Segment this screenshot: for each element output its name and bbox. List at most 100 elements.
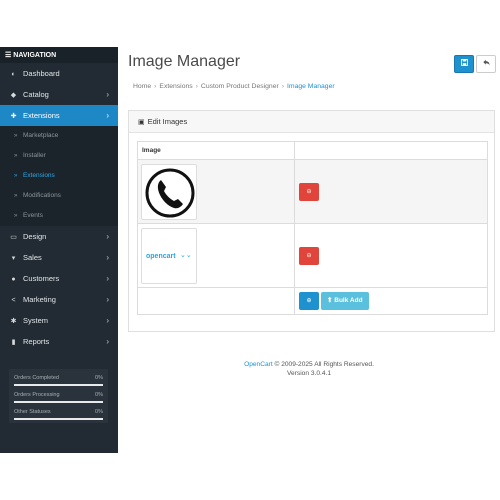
edit-images-panel: ▣ Edit Images Image ⊖ opencart ⌄⌄ ⊖ ⊕ ⬆ … — [128, 110, 495, 332]
cart-icon: ⌄⌄ — [180, 251, 192, 259]
sidebar-subitem-label: Marketplace — [23, 132, 59, 139]
breadcrumb: Home › Extensions › Custom Product Designer ›… — [133, 83, 335, 90]
sidebar-item-label: Customers — [23, 274, 60, 283]
stat-value: 0% — [95, 375, 103, 381]
share-icon: < — [11, 297, 16, 304]
actions-cell: ⊖ — [294, 159, 488, 224]
sidebar-item-label: Sales — [23, 253, 42, 262]
actions-cell: ⊖ — [294, 223, 488, 288]
sidebar: ☰ NAVIGATION ◐ Dashboard ◆ Catalog › ✚ Exten… — [0, 47, 118, 453]
sidebar-subitem-marketplace[interactable]: » Marketplace — [0, 126, 118, 146]
chevron-right-icon: › — [106, 274, 109, 283]
breadcrumb-separator: › — [195, 83, 198, 90]
stat-value: 0% — [95, 392, 103, 398]
plus-circle-icon: ⊕ — [306, 298, 312, 304]
breadcrumb-current[interactable]: Image Manager — [287, 83, 335, 90]
sidebar-item-sales[interactable]: ▾ Sales › — [0, 247, 118, 268]
back-button[interactable] — [476, 55, 496, 73]
panel-title: Edit Images — [147, 117, 188, 126]
order-stats-panel: Orders Completed 0% Orders Processing 0%… — [9, 369, 108, 423]
monitor-icon: ▭ — [10, 234, 17, 241]
image-cell: opencart ⌄⌄ — [137, 223, 295, 288]
chevron-right-icon: › — [106, 90, 109, 99]
sidebar-item-catalog[interactable]: ◆ Catalog › — [0, 84, 118, 105]
sidebar-subitem-label: Events — [23, 212, 43, 219]
phone-icon — [145, 168, 195, 217]
breadcrumb-extensions[interactable]: Extensions — [159, 83, 192, 90]
sidebar-subitem-extensions[interactable]: » Extensions — [0, 166, 118, 186]
navigation-title: NAVIGATION — [13, 52, 57, 59]
sidebar-subitem-modifications[interactable]: » Modifications — [0, 186, 118, 206]
progress-bar — [14, 384, 103, 386]
sidebar-item-dashboard[interactable]: ◐ Dashboard — [0, 63, 118, 84]
chevron-right-icon: » — [14, 193, 18, 199]
table-row: opencart ⌄⌄ ⊖ — [137, 223, 488, 288]
sidebar-item-label: Dashboard — [23, 69, 60, 78]
stat-label: Orders Processing — [14, 392, 60, 398]
sidebar-subitem-installer[interactable]: » Installer — [0, 146, 118, 166]
chevron-right-icon: » — [14, 133, 18, 139]
sidebar-item-design[interactable]: ▭ Design › — [0, 226, 118, 247]
breadcrumb-separator: › — [154, 83, 157, 90]
bulk-add-label: Bulk Add — [334, 297, 363, 304]
image-thumbnail[interactable]: opencart ⌄⌄ — [141, 227, 197, 284]
user-icon: ● — [11, 276, 16, 283]
bulk-add-button[interactable]: ⬆ Bulk Add — [321, 292, 369, 310]
sidebar-item-label: Design — [23, 232, 47, 241]
bar-chart-icon: ▮ — [11, 339, 16, 346]
table-footer-row: ⊕ ⬆ Bulk Add — [137, 287, 488, 315]
page-title: Image Manager — [128, 53, 241, 70]
chevron-right-icon: » — [14, 153, 18, 159]
cart-icon: ▾ — [11, 255, 16, 262]
sidebar-item-label: Extensions — [23, 111, 60, 120]
gear-icon: ✱ — [10, 318, 17, 325]
puzzle-icon: ✚ — [10, 113, 17, 120]
sidebar-item-extensions[interactable]: ✚ Extensions › — [0, 105, 118, 126]
image-thumbnail[interactable] — [141, 163, 197, 220]
sidebar-subitem-label: Modifications — [23, 192, 61, 199]
app-window: ☰ NAVIGATION ◐ Dashboard ◆ Catalog › ✚ Exten… — [0, 47, 500, 453]
sidebar-item-label: System — [23, 316, 49, 325]
sidebar-item-reports[interactable]: ▮ Reports › — [0, 331, 118, 352]
chevron-right-icon: » — [14, 213, 18, 219]
chevron-right-icon: › — [106, 232, 109, 241]
sidebar-item-marketing[interactable]: < Marketing › — [0, 289, 118, 310]
footer: OpenCart © 2009-2025 All Rights Reserved… — [118, 360, 500, 378]
chevron-right-icon: › — [106, 253, 109, 262]
chevron-right-icon: › — [106, 316, 109, 325]
sidebar-subitem-label: Extensions — [23, 172, 55, 179]
sidebar-subitem-events[interactable]: » Events — [0, 206, 118, 226]
tag-icon: ◆ — [10, 92, 17, 99]
dashboard-icon: ◐ — [11, 71, 16, 78]
sidebar-item-label: Marketing — [23, 295, 56, 304]
reply-icon — [482, 59, 490, 66]
sidebar-item-customers[interactable]: ● Customers › — [0, 268, 118, 289]
footer-copyright: OpenCart © 2009-2025 All Rights Reserved… — [118, 360, 500, 369]
breadcrumb-custom-product-designer[interactable]: Custom Product Designer — [201, 83, 279, 90]
opencart-logo: opencart — [146, 252, 176, 260]
image-icon: ▣ — [138, 119, 145, 126]
footer-text: © 2009-2025 All Rights Reserved. — [274, 361, 374, 368]
chevron-right-icon: › — [106, 337, 109, 346]
table-header-row: Image — [137, 141, 488, 160]
remove-image-button[interactable]: ⊖ — [299, 182, 319, 201]
progress-bar — [14, 401, 103, 403]
column-header-image: Image — [137, 141, 295, 160]
footer-opencart-link[interactable]: OpenCart — [244, 361, 273, 368]
progress-bar — [14, 418, 103, 420]
breadcrumb-separator: › — [281, 83, 285, 90]
stat-orders-processing: Orders Processing 0% — [14, 390, 103, 407]
add-image-button[interactable]: ⊕ — [299, 292, 319, 310]
save-button[interactable] — [454, 55, 474, 73]
remove-image-button[interactable]: ⊖ — [299, 246, 319, 265]
stat-orders-completed: Orders Completed 0% — [14, 373, 103, 390]
main-content: Image Manager Home › Extensions › Custom Pro… — [118, 47, 500, 453]
minus-circle-icon: ⊖ — [306, 252, 312, 259]
sidebar-item-label: Reports — [23, 337, 50, 346]
chevron-down-icon: › — [106, 111, 109, 120]
minus-circle-icon: ⊖ — [306, 188, 312, 195]
column-header-actions — [294, 141, 488, 160]
sidebar-item-system[interactable]: ✱ System › — [0, 310, 118, 331]
breadcrumb-home[interactable]: Home — [133, 83, 151, 90]
navigation-header: ☰ NAVIGATION — [0, 47, 118, 63]
